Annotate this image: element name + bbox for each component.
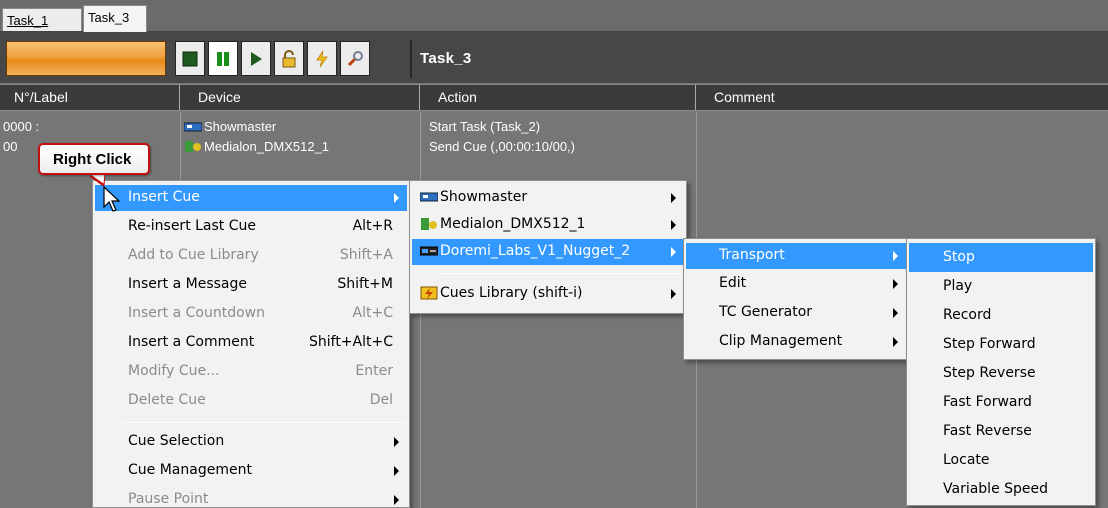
menu-item-clip-management[interactable]: Clip Management xyxy=(686,329,906,355)
menu-item-delete-cue[interactable]: Delete Cue Del xyxy=(95,388,407,414)
menu-item-edit[interactable]: Edit xyxy=(686,271,906,297)
submenu-arrow-icon xyxy=(893,337,898,347)
pause-icon xyxy=(217,51,229,66)
submenu-arrow-icon xyxy=(893,308,898,318)
media-server-icon xyxy=(420,246,438,256)
menu-item-transport[interactable]: Transport xyxy=(686,243,906,269)
tab-strip: Task_1 Task_3 xyxy=(0,0,1108,32)
tab-label: Task_3 xyxy=(88,10,130,25)
menu-item-cues-library[interactable]: Cues Library (shift-i) xyxy=(412,281,684,307)
column-label[interactable]: N°/Label xyxy=(0,85,180,110)
device-submenu: Showmaster Medialon_DMX512_1 Doremi_Labs… xyxy=(409,180,687,314)
cue-action: Send Cue (,00:00:10/00,) xyxy=(429,139,575,154)
column-device[interactable]: Device xyxy=(180,85,420,110)
column-header: N°/Label Device Action Comment xyxy=(0,84,1108,111)
lock-button[interactable] xyxy=(274,41,304,76)
menu-item-play[interactable]: Play xyxy=(909,272,1093,301)
stop-button[interactable] xyxy=(175,41,205,76)
context-menu: Insert Cue Re-insert Last Cue Alt+R Add t… xyxy=(92,180,410,508)
tab-task-3[interactable]: Task_3 xyxy=(83,5,147,32)
lock-icon xyxy=(282,49,296,67)
toolbar-divider xyxy=(410,40,412,78)
menu-item-add-to-cue-library[interactable]: Add to Cue Library Shift+A xyxy=(95,243,407,269)
right-click-callout: Right Click xyxy=(38,143,150,175)
menu-item-step-forward[interactable]: Step Forward xyxy=(909,330,1093,359)
table-row[interactable]: 00 Medialon_DMX512_1 Send Cue (,00:00:10… xyxy=(0,137,1108,157)
column-action[interactable]: Action xyxy=(420,85,696,110)
task-progress-bar xyxy=(6,41,166,76)
submenu-arrow-icon xyxy=(394,466,399,476)
settings-button[interactable] xyxy=(340,41,370,76)
submenu-arrow-icon xyxy=(893,279,898,289)
toolbar: Task_3 xyxy=(0,32,1108,83)
mouse-cursor-icon xyxy=(103,186,121,212)
lightning-icon xyxy=(316,50,328,67)
pause-button[interactable] xyxy=(208,41,238,76)
submenu-arrow-icon xyxy=(671,193,676,203)
trigger-button[interactable] xyxy=(307,41,337,76)
submenu-arrow-icon xyxy=(394,437,399,447)
menu-item-medialon-dmx512[interactable]: Medialon_DMX512_1 xyxy=(412,212,684,238)
command-submenu: Stop Play Record Step Forward Step Rever… xyxy=(906,238,1096,506)
menu-item-tc-generator[interactable]: TC Generator xyxy=(686,300,906,326)
submenu-arrow-icon xyxy=(671,289,676,299)
stop-icon xyxy=(182,51,198,66)
menu-item-insert-comment[interactable]: Insert a Comment Shift+Alt+C xyxy=(95,330,407,356)
play-button[interactable] xyxy=(241,41,271,76)
submenu-arrow-icon xyxy=(394,495,399,505)
tab-task-1[interactable]: Task_1 xyxy=(2,8,82,31)
cue-library-icon xyxy=(420,286,438,300)
menu-item-fast-forward[interactable]: Fast Forward xyxy=(909,388,1093,417)
menu-item-locate[interactable]: Locate xyxy=(909,446,1093,475)
menu-item-reinsert-last-cue[interactable]: Re-insert Last Cue Alt+R xyxy=(95,214,407,240)
dmx-device-icon xyxy=(421,218,437,230)
menu-item-step-reverse[interactable]: Step Reverse xyxy=(909,359,1093,388)
cue-number: 00 xyxy=(3,139,18,154)
submenu-arrow-icon xyxy=(671,220,676,230)
menu-item-fast-reverse[interactable]: Fast Reverse xyxy=(909,417,1093,446)
tab-label: Task_1 xyxy=(7,13,49,28)
dmx-device-icon xyxy=(185,141,201,152)
wrench-icon xyxy=(347,50,363,66)
menu-item-showmaster[interactable]: Showmaster xyxy=(412,185,684,211)
menu-item-cue-management[interactable]: Cue Management xyxy=(95,458,407,484)
menu-item-insert-countdown[interactable]: Insert a Countdown Alt+C xyxy=(95,301,407,327)
menu-item-record[interactable]: Record xyxy=(909,301,1093,330)
task-title: Task_3 xyxy=(420,50,472,67)
showmaster-icon xyxy=(184,122,202,132)
submenu-arrow-icon xyxy=(671,247,676,257)
cue-number: 0000 : xyxy=(3,119,40,134)
menu-item-cue-selection[interactable]: Cue Selection xyxy=(95,429,407,455)
submenu-arrow-icon xyxy=(394,193,399,203)
table-row[interactable]: 0000 : Showmaster Start Task (Task_2) xyxy=(0,117,1108,137)
menu-item-doremi-labs[interactable]: Doremi_Labs_V1_Nugget_2 xyxy=(412,239,684,265)
menu-separator xyxy=(123,422,405,423)
menu-separator xyxy=(440,273,682,274)
play-icon xyxy=(251,51,262,66)
column-comment[interactable]: Comment xyxy=(696,85,1108,110)
menu-item-variable-speed[interactable]: Variable Speed xyxy=(909,475,1093,504)
menu-item-insert-cue[interactable]: Insert Cue xyxy=(95,185,407,211)
showmaster-icon xyxy=(420,192,438,202)
cue-device: Showmaster xyxy=(204,119,277,134)
cue-device: Medialon_DMX512_1 xyxy=(204,139,330,154)
menu-item-stop[interactable]: Stop xyxy=(909,243,1093,272)
menu-item-insert-message[interactable]: Insert a Message Shift+M xyxy=(95,272,407,298)
menu-item-pause-point[interactable]: Pause Point xyxy=(95,487,407,508)
menu-item-modify-cue[interactable]: Modify Cue... Enter xyxy=(95,359,407,385)
category-submenu: Transport Edit TC Generator Clip Managem… xyxy=(683,238,909,360)
submenu-arrow-icon xyxy=(893,251,898,261)
cue-action: Start Task (Task_2) xyxy=(429,119,541,134)
